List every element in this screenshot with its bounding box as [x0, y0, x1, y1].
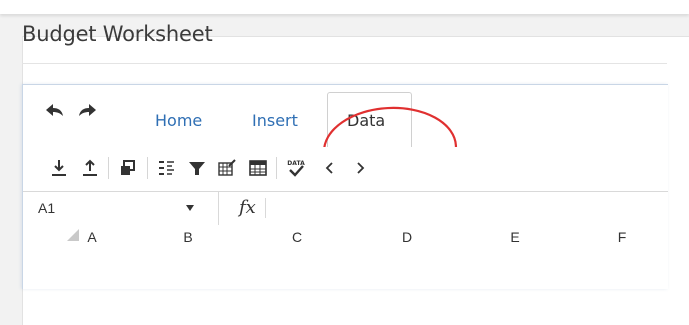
sort-icon[interactable] — [155, 157, 177, 179]
table-icon[interactable] — [247, 157, 269, 179]
data-validation-icon[interactable] — [216, 157, 238, 179]
ribbon: Home Insert Data — [23, 85, 668, 192]
spreadsheet-frame: Home Insert Data DATA A1 fx A B C D E F — [22, 84, 668, 289]
select-all-corner[interactable] — [67, 229, 79, 241]
formula-bar: A1 fx — [23, 191, 668, 226]
toolbar-separator — [108, 157, 109, 179]
column-header-f[interactable]: F — [615, 229, 629, 245]
chevron-left-icon[interactable] — [319, 157, 341, 179]
data-toolbar: DATA — [23, 147, 668, 191]
name-box[interactable]: A1 — [23, 192, 219, 225]
column-header-e[interactable]: E — [508, 229, 522, 245]
upload-icon[interactable] — [79, 157, 101, 179]
toolbar-separator — [147, 157, 148, 179]
page-title: Budget Worksheet — [22, 22, 213, 46]
title-divider — [22, 63, 667, 64]
fx-icon: fx — [239, 197, 256, 218]
filter-icon[interactable] — [186, 157, 208, 179]
column-headers: A B C D E F — [23, 225, 668, 289]
column-header-b[interactable]: B — [181, 229, 195, 245]
column-header-a[interactable]: A — [85, 229, 99, 245]
undo-icon[interactable] — [45, 102, 65, 118]
tab-home[interactable]: Home — [155, 111, 202, 130]
chevron-down-icon[interactable] — [186, 205, 194, 211]
column-header-d[interactable]: D — [400, 229, 414, 245]
paste-special-icon[interactable] — [117, 157, 139, 179]
download-icon[interactable] — [48, 157, 70, 179]
formula-separator — [265, 198, 266, 218]
tab-data[interactable]: Data — [347, 111, 385, 130]
redo-icon[interactable] — [77, 102, 97, 118]
toolbar-separator — [276, 157, 277, 179]
formula-input[interactable] — [269, 195, 668, 223]
cell-reference: A1 — [38, 200, 56, 216]
spellcheck-data-icon[interactable]: DATA — [285, 157, 307, 179]
chevron-right-icon[interactable] — [349, 157, 371, 179]
top-bar — [0, 0, 689, 14]
column-header-c[interactable]: C — [290, 229, 304, 245]
tab-insert[interactable]: Insert — [252, 111, 298, 130]
